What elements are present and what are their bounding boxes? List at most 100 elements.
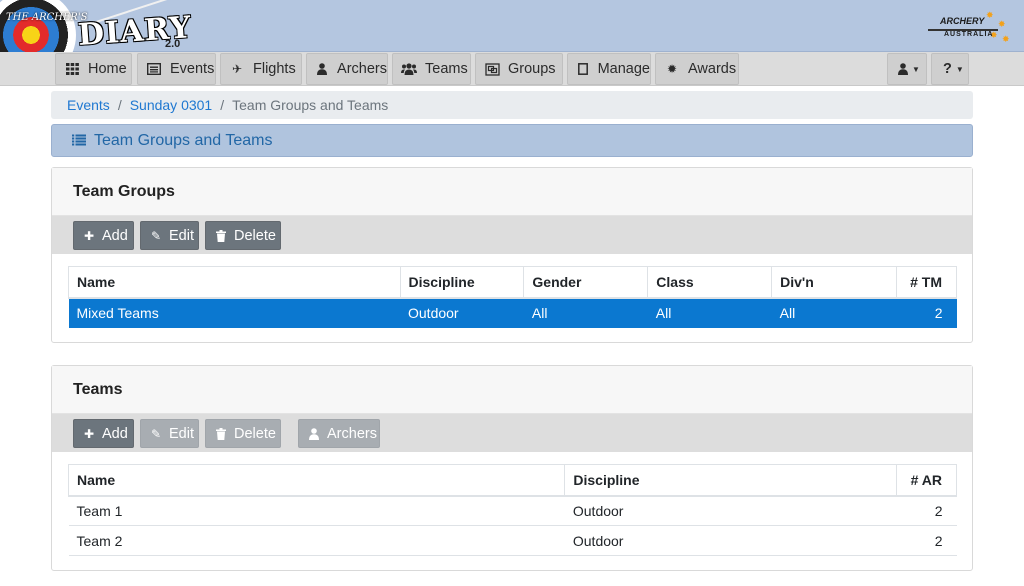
caret-down-icon: ▼: [955, 64, 964, 74]
archers-label: Archers: [327, 425, 377, 442]
star-icon: ✸: [986, 10, 994, 20]
add-label: Add: [102, 425, 128, 442]
delete-label: Delete: [234, 425, 276, 442]
archery-australia-logo: ✸ ✸ ✸ ✸ ARCHERY AUSTRALIA: [926, 10, 1010, 44]
breadcrumb-current: Team Groups and Teams: [232, 97, 389, 113]
cell-discipline: Outdoor: [564, 495, 897, 526]
trash-icon: [214, 427, 228, 440]
team-groups-toolbar: ✚ Add ✎ Edit Delete: [52, 216, 972, 254]
help-menu-dropdown[interactable]: ? ▼: [931, 53, 969, 85]
column-header-archer-count[interactable]: # AR: [896, 464, 957, 497]
logo-small-text: THE ARCHER'S: [6, 12, 88, 23]
cell-division: All: [771, 297, 897, 328]
pencil-icon: ✎: [150, 426, 162, 441]
archers-diary-logo[interactable]: THE ARCHER'S DIARY 2.0: [0, 0, 200, 80]
nav-home[interactable]: Home: [55, 53, 132, 85]
star-icon: ✸: [1002, 34, 1010, 44]
list-icon: [72, 133, 86, 149]
user-icon: [315, 63, 329, 75]
edit-team-button[interactable]: ✎ Edit: [140, 419, 199, 448]
breadcrumb-link-event[interactable]: Sunday 0301: [130, 97, 213, 113]
nav-archers-label: Archers: [337, 61, 387, 77]
partner-logo-top-text: ARCHERY: [940, 16, 985, 26]
app-header: THE ARCHER'S DIARY 2.0 ✸ ✸ ✸ ✸ ARCHERY A…: [0, 0, 1024, 80]
square-icon: [576, 63, 590, 75]
user-menu-dropdown[interactable]: ▼: [887, 53, 927, 85]
column-header-name[interactable]: Name: [68, 266, 401, 299]
cell-archer-count: 2: [896, 525, 957, 556]
delete-team-group-button[interactable]: Delete: [205, 221, 281, 250]
nav-groups[interactable]: Groups: [475, 53, 563, 85]
edit-label: Edit: [169, 227, 194, 244]
nav-flights-label: Flights: [253, 61, 296, 77]
team-groups-heading: Team Groups: [52, 168, 972, 216]
teams-table: Name Discipline # AR Team 1 Outdoor 2 Te…: [67, 464, 957, 556]
cell-archer-count: 2: [896, 495, 957, 526]
add-team-button[interactable]: ✚ Add: [73, 419, 134, 448]
nav-flights[interactable]: ✈ Flights: [220, 53, 302, 85]
column-header-discipline[interactable]: Discipline: [399, 266, 525, 299]
nav-manage[interactable]: Manage: [567, 53, 651, 85]
column-header-team-count[interactable]: # TM: [895, 266, 958, 299]
delete-team-button[interactable]: Delete: [205, 419, 281, 448]
nav-teams[interactable]: Teams: [392, 53, 471, 85]
page-title: Team Groups and Teams: [94, 131, 273, 149]
cell-name: Team 2: [68, 525, 565, 556]
table-row[interactable]: Team 2 Outdoor 2: [68, 525, 957, 556]
nav-awards[interactable]: ✹ Awards: [655, 53, 739, 85]
list-box-icon: [146, 63, 162, 75]
star-icon: ✸: [998, 19, 1006, 29]
nav-archers[interactable]: Archers: [306, 53, 388, 85]
team-groups-table: Name Discipline Gender Class Div'n # TM …: [68, 266, 958, 328]
nav-teams-label: Teams: [425, 61, 468, 77]
column-header-gender[interactable]: Gender: [523, 266, 649, 299]
trash-icon: [214, 229, 228, 242]
nav-events-label: Events: [170, 61, 215, 77]
plus-icon: ✚: [83, 426, 95, 441]
add-team-group-button[interactable]: ✚ Add: [73, 221, 134, 250]
cell-discipline: Outdoor: [400, 297, 524, 328]
partner-logo-bottom-text: AUSTRALIA: [944, 31, 994, 38]
team-groups-card: Team Groups ✚ Add ✎ Edit Delete Name Dis…: [51, 167, 973, 343]
nav-awards-label: Awards: [688, 61, 737, 77]
cell-team-count: 2: [896, 297, 957, 328]
breadcrumb-link-events[interactable]: Events: [67, 97, 110, 113]
grid-icon: [64, 63, 80, 75]
help-menu-label: ?: [943, 61, 952, 77]
teams-heading: Teams: [52, 366, 972, 414]
nav-home-label: Home: [88, 61, 127, 77]
delete-label: Delete: [234, 227, 276, 244]
team-archers-button[interactable]: Archers: [298, 419, 380, 448]
page-title-bar: Team Groups and Teams: [51, 124, 973, 157]
cell-name: Mixed Teams: [68, 297, 400, 328]
logo-version: 2.0: [165, 38, 181, 50]
nav-events[interactable]: Events: [137, 53, 216, 85]
breadcrumb-separator: /: [220, 97, 225, 113]
nav-manage-label: Manage: [597, 61, 650, 77]
edit-label: Edit: [169, 425, 194, 442]
main-navbar: Home Events ✈ Flights Archers Teams Grou…: [0, 52, 1024, 86]
add-label: Add: [102, 227, 128, 244]
cell-name: Team 1: [68, 495, 565, 526]
caret-down-icon: ▼: [912, 64, 920, 74]
plane-icon: ✈: [231, 62, 243, 76]
column-header-class[interactable]: Class: [647, 266, 773, 299]
object-group-icon: [484, 62, 500, 76]
breadcrumb-separator: /: [117, 97, 122, 113]
edit-team-group-button[interactable]: ✎ Edit: [140, 221, 199, 250]
plus-icon: ✚: [83, 228, 95, 243]
teams-toolbar: ✚ Add ✎ Edit Delete Archers: [52, 414, 972, 452]
table-row-selected[interactable]: Mixed Teams Outdoor All All All 2: [68, 297, 957, 328]
cell-discipline: Outdoor: [564, 525, 897, 556]
nav-groups-label: Groups: [508, 61, 556, 77]
users-icon: [401, 63, 417, 75]
user-icon: [307, 427, 321, 440]
table-header-row: Name Discipline Gender Class Div'n # TM: [68, 266, 958, 299]
cell-gender: All: [523, 297, 648, 328]
pencil-icon: ✎: [150, 228, 162, 243]
column-header-name[interactable]: Name: [67, 464, 566, 497]
column-header-division[interactable]: Div'n: [771, 266, 897, 299]
certificate-icon: ✹: [666, 62, 678, 76]
column-header-discipline[interactable]: Discipline: [564, 464, 898, 497]
table-row[interactable]: Team 1 Outdoor 2: [68, 495, 957, 526]
